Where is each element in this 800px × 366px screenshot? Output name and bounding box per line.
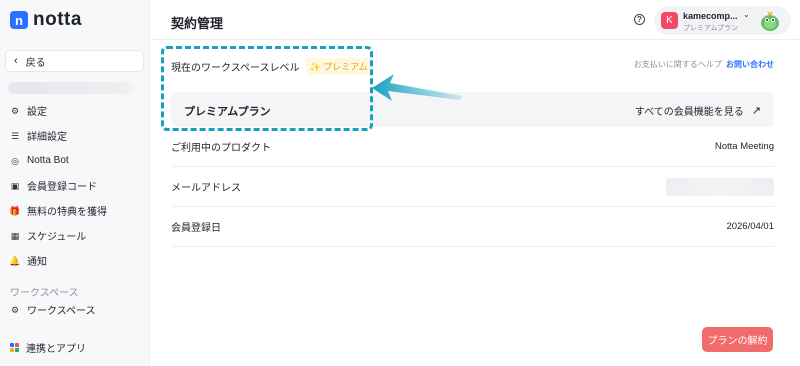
payment-help-text: お支払いに関するヘルプ <box>633 60 722 69</box>
bell-icon: 🔔 <box>9 255 21 266</box>
chevron-down-icon: ⌄ <box>743 10 750 19</box>
sidebar-workspace-group: ⚙ ワークスペース <box>0 297 150 322</box>
sidebar-item-notifications[interactable]: 🔔 通知 <box>0 248 150 273</box>
sidebar-item-label: スケジュール <box>27 232 87 243</box>
view-member-features-link[interactable]: すべての会員機能を見る ↗ <box>635 103 761 118</box>
sidebar-item-free-rewards[interactable]: 🎁 無料の特典を獲得 <box>0 198 150 223</box>
sliders-icon: ☰ <box>10 130 20 141</box>
info-row-value: 2026/04/01 <box>726 221 774 232</box>
sidebar-item-label: 無料の特典を獲得 <box>27 207 107 218</box>
code-icon: ▣ <box>10 180 20 191</box>
sidebar-item-label: ワークスペース <box>27 306 96 317</box>
top-header: 契約管理 ? K kamecomp... ⌄ プレミアムプラン <box>151 0 800 40</box>
notta-logo-icon: n <box>10 11 28 29</box>
gear-icon: ⚙ <box>10 105 20 116</box>
back-button[interactable]: ‹ 戻る <box>5 50 144 72</box>
gear-icon: ⚙ <box>10 304 20 315</box>
annotation-arrow-icon <box>372 74 462 101</box>
sidebar-item-label: 連携とアプリ <box>26 344 86 355</box>
help-icon[interactable]: ? <box>634 14 645 25</box>
info-row-label: メールアドレス <box>171 183 241 194</box>
sidebar-item-settings[interactable]: ⚙ 設定 <box>0 98 150 123</box>
account-menu[interactable]: K kamecomp... ⌄ プレミアムプラン <box>654 6 791 35</box>
annotation-highlight-box <box>161 46 373 131</box>
sidebar-nav: ⚙ 設定 ☰ 詳細設定 ◎ Notta Bot ▣ 会員登録コード 🎁 無料の特… <box>0 98 150 273</box>
payment-help: お支払いに関するヘルプ お問い合わせ <box>634 59 774 70</box>
brand[interactable]: n notta <box>10 9 82 31</box>
sidebar-item-notta-bot[interactable]: ◎ Notta Bot <box>0 148 150 173</box>
info-row-label: 会員登録日 <box>171 223 221 234</box>
info-row-registration-date: 会員登録日 2026/04/01 <box>171 207 774 247</box>
info-row-value: Notta Meeting <box>714 141 774 152</box>
sidebar: n notta ‹ 戻る ⚙ 設定 ☰ 詳細設定 ◎ Notta Bot ▣ 会… <box>0 0 150 366</box>
info-row-email: メールアドレス <box>171 167 774 207</box>
sidebar-item-label: 通知 <box>27 257 47 268</box>
account-name: kamecomp... <box>683 11 738 21</box>
back-label: 戻る <box>25 57 46 69</box>
sidebar-item-integrations[interactable]: 連携とアプリ <box>0 335 150 360</box>
sidebar-item-advanced-settings[interactable]: ☰ 詳細設定 <box>0 123 150 148</box>
sidebar-integrations-group: 連携とアプリ <box>0 335 150 360</box>
cancel-plan-button[interactable]: プランの解約 <box>702 327 773 352</box>
arrow-up-right-icon: ↗ <box>751 105 761 117</box>
redacted-email <box>666 177 774 196</box>
contact-link[interactable]: お問い合わせ <box>726 60 774 69</box>
info-row-label: ご利用中のプロダクト <box>171 143 271 154</box>
redacted-workspace-name <box>8 82 134 94</box>
info-row-product: ご利用中のプロダクト Notta Meeting <box>171 127 774 167</box>
sidebar-item-schedule[interactable]: ▦ スケジュール <box>0 223 150 248</box>
page-title: 契約管理 <box>171 16 224 31</box>
account-plan: プレミアムプラン <box>683 25 739 32</box>
chevron-left-icon: ‹ <box>14 55 18 67</box>
sidebar-item-label: 会員登録コード <box>27 182 97 193</box>
mascot-icon <box>761 11 779 31</box>
apps-grid-icon <box>10 343 19 352</box>
gift-icon: 🎁 <box>9 205 21 216</box>
avatar: K <box>661 12 678 29</box>
calendar-icon: ▦ <box>10 230 20 241</box>
view-features-label: すべての会員機能を見る <box>634 107 744 118</box>
sidebar-item-label: 設定 <box>27 107 47 118</box>
brand-name: notta <box>33 9 82 30</box>
sidebar-item-workspace[interactable]: ⚙ ワークスペース <box>0 297 150 322</box>
sidebar-item-registration-code[interactable]: ▣ 会員登録コード <box>0 173 150 198</box>
sidebar-item-label: Notta Bot <box>27 155 69 166</box>
bot-icon: ◎ <box>11 155 19 166</box>
sidebar-item-label: 詳細設定 <box>27 132 67 143</box>
